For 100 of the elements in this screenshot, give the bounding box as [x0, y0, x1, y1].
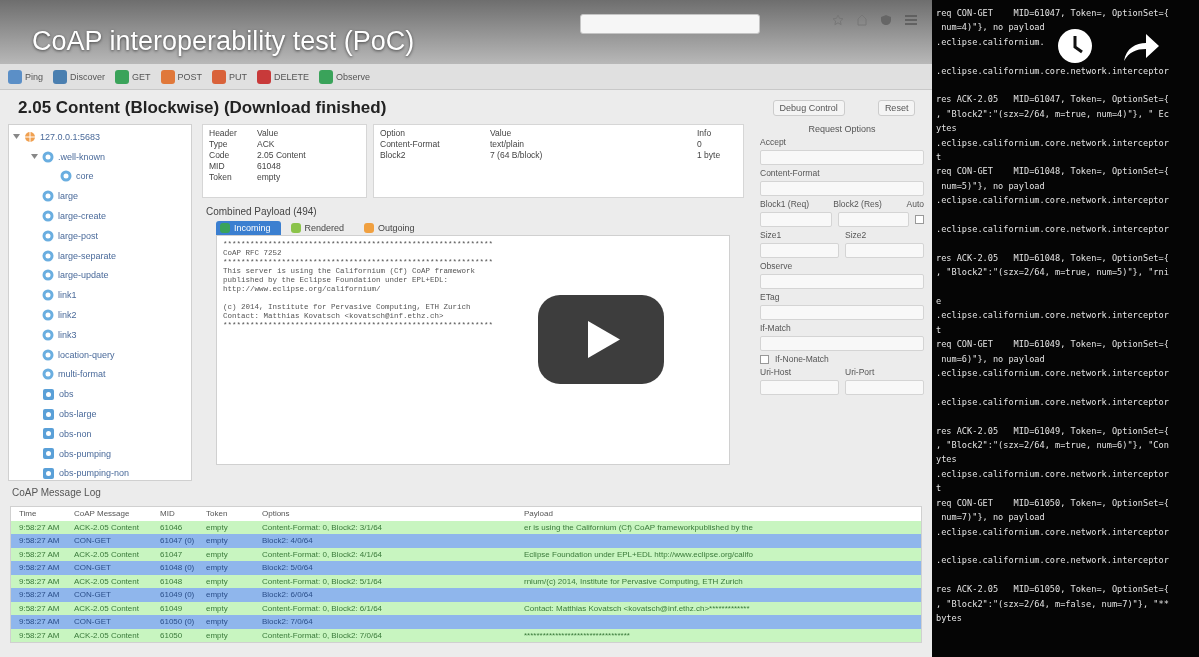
terminal-line: res ACK-2.05 MID=61048, Token=, OptionSet={	[936, 251, 1169, 265]
share-icon[interactable]	[1122, 32, 1160, 62]
terminal-line: .eclipse.californium.core.network.interceptor	[936, 467, 1169, 481]
resource-icon	[42, 309, 54, 322]
column-header: Options	[262, 509, 291, 519]
panel-button[interactable]: Debug Control	[772, 100, 845, 116]
select-field[interactable]	[760, 336, 924, 351]
select-field[interactable]	[760, 243, 839, 258]
resource-icon	[42, 210, 54, 223]
table-cell-text: Type	[209, 139, 229, 149]
terminal-line: res ACK-2.05 MID=61047, Token=, OptionSet={	[936, 93, 1169, 107]
table-cell-text: Token	[209, 172, 233, 182]
select-field[interactable]	[760, 274, 924, 289]
tree-item[interactable]: large	[58, 191, 78, 202]
panel-button[interactable]: Reset	[877, 100, 916, 116]
toolbar-button[interactable]: DELETE	[257, 69, 310, 84]
terminal-line: , "Block2":"(szx=2/64, m=true, num=6)"}, "Con	[936, 439, 1169, 453]
select-field[interactable]	[760, 181, 924, 196]
tree-item[interactable]: obs-large	[59, 409, 97, 420]
terminal-line: .eclipse.californium.core.network.interceptor	[936, 367, 1169, 381]
tab[interactable]: Incoming	[216, 221, 281, 235]
resource-icon	[42, 348, 54, 361]
column-header: Payload	[524, 509, 554, 519]
terminal-line: , "Block2":"(szx=2/64, m=true, num=4)"}, " Ec	[936, 107, 1169, 121]
resource-icon	[42, 289, 54, 302]
tree-item[interactable]: large-separate	[58, 250, 117, 261]
tree-item[interactable]: obs-non	[59, 428, 92, 439]
menu-icon[interactable]	[904, 14, 918, 26]
terminal-line: bytes	[936, 611, 962, 625]
tree-item[interactable]: large-create	[58, 211, 107, 222]
field-label: Auto	[906, 199, 924, 209]
select-field[interactable]	[760, 150, 924, 165]
tree-item[interactable]: obs	[59, 389, 74, 400]
toolbar-button[interactable]: PUT	[212, 69, 248, 84]
terminal-line: t	[936, 151, 942, 165]
play-button[interactable]	[538, 295, 664, 384]
tree-item[interactable]: 127.0.0.1:5683	[40, 131, 101, 142]
field-label: Block2 (Res)	[833, 199, 883, 209]
tree-item[interactable]: large-post	[58, 230, 99, 241]
table-cell-text: 2.05 Content	[257, 150, 307, 160]
terminal-line: num=7)"}, no payload	[940, 511, 1045, 525]
select-field[interactable]	[760, 380, 839, 395]
tab[interactable]: Rendered	[286, 221, 355, 235]
globe-icon	[24, 130, 36, 143]
select-field[interactable]	[760, 305, 924, 320]
select-field[interactable]	[760, 212, 832, 227]
tree-item[interactable]: .well-known	[58, 151, 106, 162]
select-field[interactable]	[837, 212, 909, 227]
log-row[interactable]: 9:58:27 AM CON-GET 61050 (0) empty Block2: 7/0/64	[11, 615, 921, 629]
field-label: Uri-Port	[845, 367, 876, 377]
terminal-line: ytes	[936, 453, 957, 467]
tree-item[interactable]: large-update	[58, 270, 109, 281]
log-row[interactable]: 9:58:27 AM CON-GET 61048 (0) empty Block2: 5/0/64	[11, 561, 921, 575]
tree-item[interactable]: link1	[58, 290, 77, 301]
terminal-line: req CON-GET MID=61050, Token=, OptionSet={	[936, 496, 1169, 510]
toolbar-button[interactable]: Ping	[8, 69, 43, 84]
table-cell-text: Block2	[380, 150, 407, 160]
clock-icon[interactable]	[1057, 28, 1093, 64]
column-header: Header	[209, 128, 238, 138]
checkbox[interactable]	[760, 354, 769, 364]
toolbar-button[interactable]: Observe	[319, 69, 371, 84]
toolbar-button[interactable]: Discover	[53, 69, 106, 84]
toolbar-button[interactable]: GET	[115, 69, 151, 84]
table-cell-text: text/plain	[490, 139, 526, 149]
terminal-line: t	[936, 482, 942, 496]
tree-item[interactable]: link2	[58, 310, 77, 321]
shield-icon[interactable]	[880, 14, 892, 26]
collapse-arrow-icon[interactable]	[31, 153, 38, 161]
tree-item[interactable]: location-query	[58, 349, 115, 360]
tree-item[interactable]: obs-pumping	[59, 448, 112, 459]
terminal-line: .eclipse.californium.	[936, 35, 1045, 49]
resource-icon	[42, 368, 54, 381]
tab[interactable]: Outgoing	[360, 221, 425, 235]
tree-item[interactable]: link3	[58, 329, 77, 340]
column-header: Info	[697, 128, 713, 138]
terminal-line: num=4)"}, no payload	[940, 21, 1045, 35]
toolbar-button[interactable]: POST	[160, 69, 203, 84]
select-field[interactable]	[845, 380, 924, 395]
resource-icon	[42, 229, 54, 242]
field-label: Observe	[760, 261, 794, 271]
payload-title: Combined Payload (494)	[205, 205, 318, 219]
checkbox[interactable]	[915, 215, 924, 224]
terminal-line: .eclipse.californium.core.network.interceptor	[936, 64, 1169, 78]
tree-item[interactable]: multi-format	[58, 369, 106, 380]
terminal-line: .eclipse.californium.core.network.interceptor	[936, 395, 1169, 409]
field-label: Block1 (Req)	[760, 199, 811, 209]
resource-icon	[42, 190, 54, 203]
resource-icon	[42, 269, 54, 282]
log-row[interactable]: 9:58:27 AM CON-GET 61047 (0) empty Block2: 4/0/64	[11, 534, 921, 548]
table-cell-text: ACK	[257, 139, 276, 149]
column-header: Option	[380, 128, 407, 138]
field-label: Size2	[845, 230, 868, 240]
terminal-line: t	[936, 323, 942, 337]
tree-item[interactable]: core	[76, 171, 94, 182]
tree-item[interactable]: obs-pumping-non	[59, 468, 130, 479]
collapse-arrow-icon[interactable]	[13, 133, 20, 141]
search-field[interactable]	[580, 14, 760, 34]
log-row[interactable]: 9:58:27 AM CON-GET 61049 (0) empty Block2: 6/0/64	[11, 588, 921, 602]
select-field[interactable]	[845, 243, 924, 258]
resource-icon	[42, 150, 54, 163]
